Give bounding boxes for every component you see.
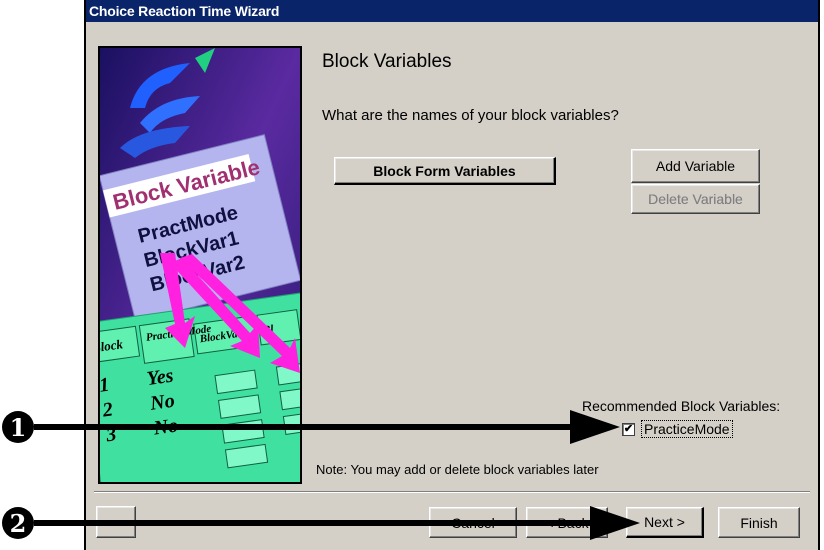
callout-2-arrowhead-icon — [590, 506, 640, 540]
callout-2-number: 2 — [9, 508, 27, 538]
annotation-arrows — [34, 410, 640, 540]
callout-1-badge: 1 — [2, 411, 34, 443]
callout-1-arrowhead-icon — [570, 410, 620, 444]
callout-1-number: 1 — [9, 412, 27, 442]
callout-2-badge: 2 — [2, 507, 34, 539]
